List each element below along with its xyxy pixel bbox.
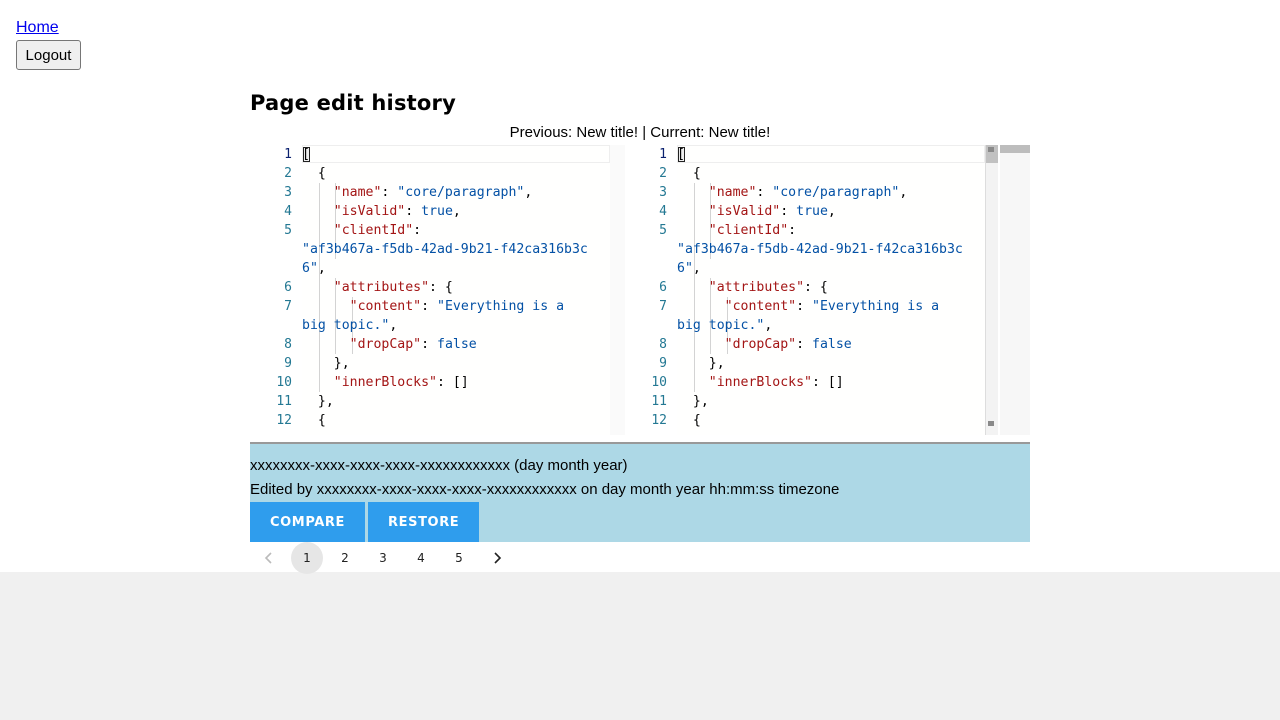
code-line: "attributes": { — [333, 280, 453, 295]
scroll-marker — [988, 147, 994, 152]
revision-info: xxxxxxxx-xxxx-xxxx-xxxx-xxxxxxxxxxxx (da… — [250, 442, 1030, 542]
page-title: Page edit history — [250, 91, 456, 115]
code-line: "innerBlocks": [] — [708, 375, 844, 390]
line-number: 7 — [284, 299, 292, 314]
top-nav: Home Logout — [16, 18, 81, 70]
diff-split-bar — [610, 145, 625, 435]
current-line-highlight — [677, 145, 985, 163]
revision-actions: COMPARE RESTORE — [250, 502, 1030, 542]
compare-button[interactable]: COMPARE — [250, 502, 366, 542]
code-line: }, — [302, 356, 350, 371]
code-line: big topic.", — [302, 318, 398, 333]
page: Home Logout Page edit history Previous: … — [0, 0, 1280, 574]
line-number-gutter: 1 2 3 4 5 6 7 8 9 10 11 12 — [625, 145, 673, 435]
code-line: "content": "Everything is a — [349, 299, 565, 314]
code-line: 6", — [677, 261, 701, 276]
line-number: 4 — [284, 204, 292, 219]
code-line: "clientId": — [708, 223, 797, 238]
page-button-1[interactable]: 1 — [291, 542, 323, 574]
code-line: "dropCap": false — [349, 337, 477, 352]
current-line-highlight — [302, 145, 610, 163]
page-button-5[interactable]: 5 — [443, 542, 475, 574]
line-number: 11 — [276, 394, 292, 409]
code-line: "attributes": { — [708, 280, 828, 295]
prev-page-button[interactable] — [253, 542, 285, 574]
code-line: { — [677, 413, 701, 428]
code-line: { — [302, 166, 326, 181]
code-area[interactable]: [ { "name": "core/paragraph", "isValid":… — [677, 145, 986, 435]
vertical-scrollbar[interactable] — [986, 145, 998, 435]
revision-id: xxxxxxxx-xxxx-xxxx-xxxx-xxxxxxxxxxxx (da… — [250, 457, 628, 474]
code-area[interactable]: [ { "name": "core/paragraph", "isValid":… — [302, 145, 611, 435]
line-number: 6 — [284, 280, 292, 295]
code-line: "innerBlocks": [] — [333, 375, 469, 390]
line-number: 11 — [651, 394, 667, 409]
line-number: 5 — [659, 223, 667, 238]
code-line: "af3b467a-f5db-42ad-9b21-f42ca316b3c — [302, 242, 588, 257]
code-line: }, — [677, 394, 709, 409]
line-number: 5 — [284, 223, 292, 238]
line-number: 4 — [659, 204, 667, 219]
page-button-2[interactable]: 2 — [329, 542, 361, 574]
line-number-gutter: 1 2 3 4 5 6 7 8 9 10 11 12 — [250, 145, 298, 435]
line-number: 12 — [651, 413, 667, 428]
code-line: big topic.", — [677, 318, 773, 333]
diff-editor[interactable]: 1 2 3 4 5 6 7 8 9 10 11 12 [ { "name": "core/paragr… — [250, 145, 1030, 435]
revision-edited-by: Edited by xxxxxxxx-xxxx-xxxx-xxxx-xxxxxx… — [250, 481, 840, 498]
page-button-4[interactable]: 4 — [405, 542, 437, 574]
code-line: "dropCap": false — [724, 337, 852, 352]
line-number: 7 — [659, 299, 667, 314]
chevron-right-icon — [494, 552, 502, 564]
line-number: 8 — [659, 337, 667, 352]
line-number: 6 — [659, 280, 667, 295]
pagination: 1 2 3 4 5 — [250, 542, 1030, 574]
line-number: 1 — [284, 147, 292, 162]
line-number: 2 — [659, 166, 667, 181]
scroll-marker — [988, 421, 994, 426]
code-line: "name": "core/paragraph", — [333, 185, 533, 200]
next-page-button[interactable] — [481, 542, 513, 574]
diff-caption: Previous: New title! | Current: New titl… — [509, 124, 771, 141]
page-button-3[interactable]: 3 — [367, 542, 399, 574]
code-line: 6", — [302, 261, 326, 276]
line-number: 12 — [276, 413, 292, 428]
line-number: 2 — [284, 166, 292, 181]
line-number: 9 — [284, 356, 292, 371]
code-line: "isValid": true, — [333, 204, 461, 219]
code-line: "af3b467a-f5db-42ad-9b21-f42ca316b3c — [677, 242, 963, 257]
code-line: }, — [302, 394, 334, 409]
main-content: Page edit history Previous: New title! |… — [250, 88, 1030, 574]
restore-button[interactable]: RESTORE — [368, 502, 480, 542]
line-number: 1 — [659, 147, 667, 162]
code-line: }, — [677, 356, 725, 371]
line-number: 10 — [276, 375, 292, 390]
diff-pane-current[interactable]: 1 2 3 4 5 6 7 8 9 10 11 12 [ { "name": "core/paragr… — [625, 145, 1000, 435]
code-line: "name": "core/paragraph", — [708, 185, 908, 200]
line-number: 8 — [284, 337, 292, 352]
line-number: 10 — [651, 375, 667, 390]
code-line: [ — [677, 147, 685, 162]
code-line: { — [677, 166, 701, 181]
logout-button[interactable]: Logout — [16, 40, 81, 70]
code-line: "isValid": true, — [708, 204, 836, 219]
code-line: [ — [302, 147, 310, 162]
home-link[interactable]: Home — [16, 18, 81, 38]
code-line: "content": "Everything is a — [724, 299, 940, 314]
code-line: "clientId": — [333, 223, 422, 238]
code-line: { — [302, 413, 326, 428]
diff-pane-previous[interactable]: 1 2 3 4 5 6 7 8 9 10 11 12 [ { "name": "core/paragr… — [250, 145, 624, 435]
line-number: 3 — [659, 185, 667, 200]
overview-ruler — [1000, 145, 1030, 153]
chevron-left-icon — [264, 552, 272, 564]
line-number: 9 — [659, 356, 667, 371]
line-number: 3 — [284, 185, 292, 200]
